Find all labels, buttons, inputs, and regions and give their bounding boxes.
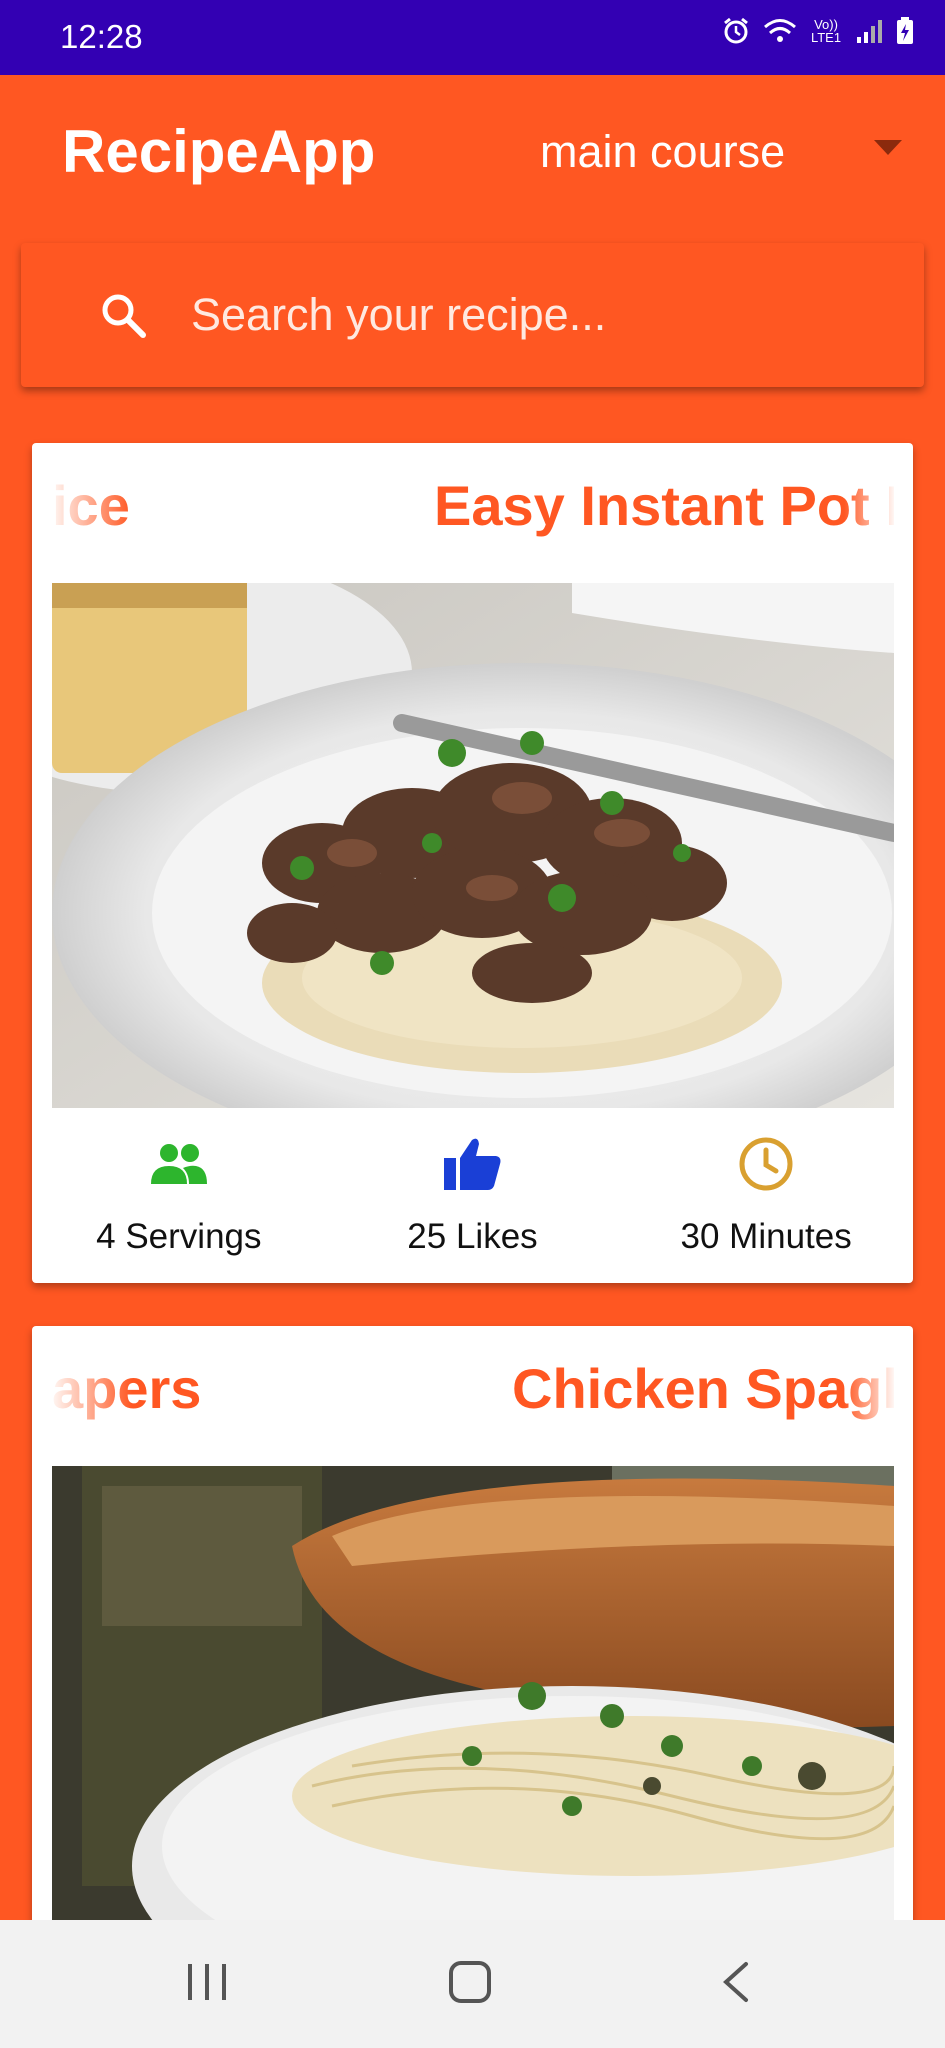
recipe-stats: 4 Servings 25 Likes 30 Minutes [32, 1133, 913, 1263]
app-bar: RecipeApp main course [0, 75, 945, 235]
back-icon[interactable] [720, 1960, 750, 2004]
thumbs-up-icon [444, 1138, 501, 1190]
recent-apps-icon[interactable] [186, 1960, 228, 2004]
likes-stat: 25 Likes [327, 1133, 617, 1263]
status-bar: 12:28 Vo)) LTE1 [0, 0, 945, 75]
recipe-title-marquee: apers Chicken Spaghe [52, 1326, 894, 1466]
status-time: 12:28 [60, 18, 143, 55]
search-icon [102, 294, 146, 338]
search-bar[interactable] [21, 243, 924, 387]
people-icon [150, 1144, 207, 1184]
time-text: 30 Minutes [680, 1217, 852, 1256]
status-icons: Vo)) LTE1 [721, 16, 915, 46]
dropdown-arrow-icon [874, 140, 902, 155]
network-label: Vo)) LTE1 [810, 17, 842, 45]
wifi-icon [764, 19, 796, 42]
recipe-card[interactable]: ice Easy Instant Pot Be [32, 443, 913, 1283]
battery-icon [897, 17, 913, 44]
recipe-image[interactable] [52, 583, 894, 1108]
app-title: RecipeApp [62, 118, 376, 185]
clock-icon [739, 1137, 793, 1191]
system-nav-bar [0, 1920, 945, 2048]
alarm-icon [724, 17, 748, 44]
likes-text: 25 Likes [407, 1217, 538, 1256]
time-stat: 30 Minutes [621, 1133, 911, 1263]
signal-icon [857, 20, 882, 43]
servings-text: 4 Servings [96, 1217, 262, 1256]
category-dropdown[interactable]: main course [520, 120, 920, 190]
servings-stat: 4 Servings [34, 1133, 324, 1263]
search-input[interactable] [189, 281, 893, 349]
recipe-title: Chicken Spaghe [512, 1357, 894, 1420]
category-selected-value: main course [540, 126, 786, 177]
home-icon[interactable] [448, 1960, 492, 2004]
recipe-title: Easy Instant Pot Be [434, 474, 894, 537]
recipe-title-marquee: ice Easy Instant Pot Be [52, 443, 894, 583]
